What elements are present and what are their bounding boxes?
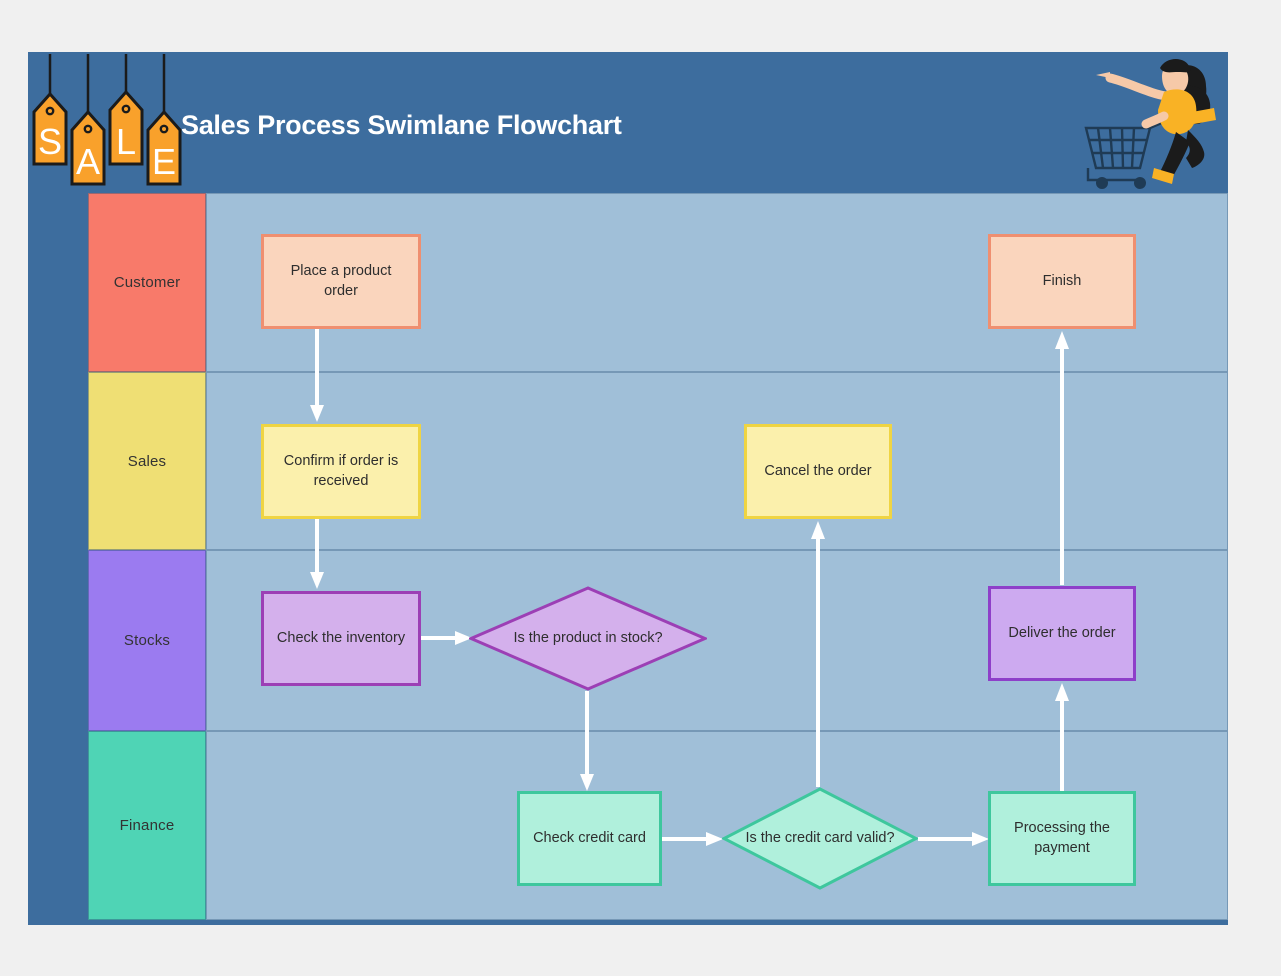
connector-processing-payment-to-deliver-order xyxy=(1055,681,1069,793)
node-label: Check the inventory xyxy=(276,629,406,646)
lane-header-sales[interactable]: Sales xyxy=(88,372,206,550)
node-label: Finish xyxy=(1042,272,1082,289)
connector-check-inventory-to-in-stock-decision xyxy=(421,631,473,645)
node-label: Confirm if order is received xyxy=(283,452,399,489)
node-label: Is the credit card valid? xyxy=(745,829,895,846)
diagram-header: S A L E Sales Process Swimlane Flowchart xyxy=(28,52,1228,193)
node-label: Check credit card xyxy=(533,829,646,846)
process-confirm-order[interactable]: Confirm if order is received xyxy=(261,424,421,519)
process-processing-payment[interactable]: Processing the payment xyxy=(988,791,1136,886)
page-title: Sales Process Swimlane Flowchart xyxy=(181,110,622,140)
process-check-inventory[interactable]: Check the inventory xyxy=(261,591,421,686)
process-place-order[interactable]: Place a product order xyxy=(261,234,421,329)
process-cancel-order[interactable]: Cancel the order xyxy=(744,424,892,519)
connector-check-credit-card-to-valid-decision xyxy=(662,832,724,846)
connector-place-order-to-confirm xyxy=(310,329,324,424)
lane-label: Sales xyxy=(127,452,167,470)
lane-label: Finance xyxy=(119,817,175,834)
svg-text:E: E xyxy=(152,141,176,182)
lane-header-stocks[interactable]: Stocks xyxy=(88,550,206,731)
decision-credit-card-valid[interactable]: Is the credit card valid? xyxy=(722,787,918,890)
flowchart-canvas: S A L E Sales Process Swimlane Flowchart… xyxy=(28,52,1228,925)
node-label: Is the product in stock? xyxy=(513,629,663,646)
node-label: Cancel the order xyxy=(764,462,872,479)
svg-text:L: L xyxy=(116,121,136,162)
sale-tags-icon: S A L E xyxy=(30,54,182,193)
svg-text:A: A xyxy=(76,141,100,182)
svg-text:S: S xyxy=(38,121,62,162)
lane-header-finance[interactable]: Finance xyxy=(88,731,206,920)
lane-label: Stocks xyxy=(123,632,171,649)
connector-in-stock-to-check-credit-card xyxy=(580,691,594,793)
node-label: Deliver the order xyxy=(1008,624,1116,641)
process-finish[interactable]: Finish xyxy=(988,234,1136,329)
connector-card-valid-to-processing-payment xyxy=(918,832,990,846)
connector-confirm-to-check-inventory xyxy=(310,519,324,591)
lane-label: Customer xyxy=(113,274,181,291)
connector-deliver-order-to-finish xyxy=(1055,329,1069,587)
lane-header-customer[interactable]: Customer xyxy=(88,193,206,372)
decision-product-in-stock[interactable]: Is the product in stock? xyxy=(469,586,707,691)
woman-riding-shopping-cart-icon xyxy=(1080,52,1228,191)
node-label: Place a product order xyxy=(290,262,392,299)
connector-card-invalid-to-cancel-order xyxy=(811,519,825,789)
process-deliver-order[interactable]: Deliver the order xyxy=(988,586,1136,681)
process-check-credit-card[interactable]: Check credit card xyxy=(517,791,662,886)
node-label: Processing the payment xyxy=(1014,819,1110,856)
